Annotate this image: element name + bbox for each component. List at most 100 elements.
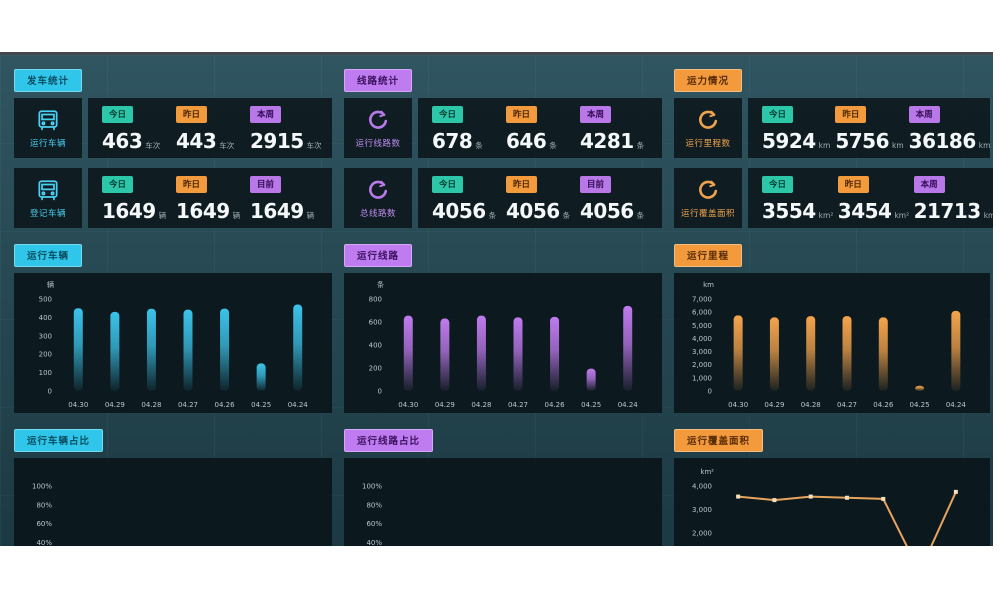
kpi-item: 今日 1649辆 [102, 176, 176, 221]
svg-text:04.27: 04.27 [508, 401, 528, 409]
kpi-unit: km [892, 141, 904, 150]
kpi-row: 登记车辆 今日 1649辆 昨日 1649辆 目前 1649辆 [14, 168, 332, 228]
svg-text:2,000: 2,000 [692, 530, 712, 538]
kpi-values-card: 今日 1649辆 昨日 1649辆 目前 1649辆 [88, 168, 332, 228]
kpi-icon-card: 总线路数 [344, 168, 412, 228]
period-badge: 昨日 [835, 106, 866, 123]
kpi-number: 5756 [835, 129, 889, 153]
svg-text:km²: km² [700, 468, 714, 476]
kpi-row: 运行车辆 今日 463车次 昨日 443车次 本周 2915车次 [14, 98, 332, 158]
kpi-icon-card: 运行覆盖面积 [674, 168, 742, 228]
kpi-row-label: 运行车辆 [30, 137, 66, 149]
kpi-number: 463 [102, 129, 142, 153]
period-badge: 本周 [580, 106, 611, 123]
kpi-value: 5924km [762, 131, 835, 151]
svg-text:100%: 100% [362, 483, 382, 491]
kpi-unit: 条 [637, 141, 645, 150]
svg-text:600: 600 [369, 319, 382, 327]
kpi-value: 443车次 [176, 131, 250, 151]
kpi-number: 36186 [909, 129, 976, 153]
svg-text:0: 0 [48, 388, 52, 396]
period-badge: 昨日 [838, 176, 869, 193]
svg-text:04.29: 04.29 [764, 401, 784, 409]
kpi-value: 1649辆 [250, 201, 324, 221]
chart-title-badge: 运行车辆 [14, 244, 82, 267]
svg-text:40%: 40% [366, 539, 382, 546]
svg-text:5,000: 5,000 [692, 322, 712, 330]
kpi-unit: km [819, 141, 831, 150]
dashboard-background: 发车统计 运行车辆 今日 [0, 52, 993, 546]
kpi-item: 本周 21713km² [914, 176, 990, 221]
kpi-item: 今日 463车次 [102, 106, 176, 151]
kpi-number: 678 [432, 129, 472, 153]
kpi-values-card: 今日 678条 昨日 646条 本周 4281条 [418, 98, 662, 158]
kpi-item: 昨日 5756km [835, 106, 908, 151]
kpi-item: 本周 4281条 [580, 106, 654, 151]
section-capacity-stats: 运力情况 运行里程数 今日 5924km [674, 69, 990, 546]
kpi-value: 4056条 [580, 201, 654, 221]
kpi-item: 今日 5924km [762, 106, 835, 151]
svg-text:04.24: 04.24 [288, 401, 309, 409]
kpi-number: 21713 [914, 199, 981, 223]
svg-text:04.30: 04.30 [728, 401, 748, 409]
svg-text:200: 200 [369, 365, 382, 373]
kpi-value: 5756km [835, 131, 908, 151]
svg-text:04.28: 04.28 [471, 401, 491, 409]
kpi-row-label: 运行覆盖面积 [681, 207, 735, 219]
kpi-unit: 条 [637, 211, 645, 220]
svg-text:200: 200 [39, 351, 52, 359]
kpi-unit: 车次 [145, 141, 160, 150]
kpi-number: 1649 [102, 199, 156, 223]
section-title-badge: 发车统计 [14, 69, 82, 92]
kpi-icon-card: 运行线路数 [344, 98, 412, 158]
period-badge: 本周 [250, 106, 281, 123]
svg-text:40%: 40% [36, 539, 52, 546]
svg-text:04.25: 04.25 [581, 401, 601, 409]
svg-text:04.29: 04.29 [435, 401, 455, 409]
svg-text:条: 条 [377, 280, 384, 289]
kpi-item: 昨日 3454km² [838, 176, 914, 221]
kpi-value: 36186km [909, 131, 982, 151]
kpi-number: 4056 [432, 199, 486, 223]
period-badge: 昨日 [506, 106, 537, 123]
kpi-icon-card: 运行里程数 [674, 98, 742, 158]
period-badge: 目前 [250, 176, 281, 193]
kpi-item: 目前 1649辆 [250, 176, 324, 221]
period-badge: 昨日 [506, 176, 537, 193]
kpi-row: 总线路数 今日 4056条 昨日 4056条 目前 4056条 [344, 168, 662, 228]
kpi-number: 1649 [250, 199, 304, 223]
mileage-loop-icon [695, 108, 721, 134]
svg-text:60%: 60% [366, 520, 382, 528]
section-route-stats: 线路统计 运行线路数 今日 678条 [344, 69, 662, 546]
kpi-row-label: 运行线路数 [355, 137, 400, 149]
svg-text:04.30: 04.30 [68, 401, 88, 409]
svg-text:400: 400 [39, 314, 52, 322]
period-badge: 本周 [914, 176, 945, 193]
svg-text:100: 100 [39, 369, 52, 377]
svg-text:0: 0 [708, 388, 712, 396]
svg-text:04.26: 04.26 [215, 401, 236, 409]
svg-text:04.24: 04.24 [618, 401, 639, 409]
svg-text:3,000: 3,000 [692, 506, 712, 514]
svg-text:04.27: 04.27 [837, 401, 857, 409]
chart-title-badge: 运行覆盖面积 [674, 429, 763, 452]
section-departure-stats: 发车统计 运行车辆 今日 [14, 69, 332, 546]
svg-text:1,000: 1,000 [692, 374, 712, 382]
svg-text:80%: 80% [36, 501, 52, 509]
bar-chart-running-vehicles: 辆010020030040050004.3004.2904.2804.2704.… [14, 273, 332, 413]
kpi-value: 4056条 [506, 201, 580, 221]
section-title-badge: 运力情况 [674, 69, 742, 92]
svg-text:4,000: 4,000 [692, 483, 712, 491]
svg-text:04.28: 04.28 [801, 401, 821, 409]
kpi-item: 今日 3554km² [762, 176, 838, 221]
chart-title-badge: 运行线路 [344, 244, 412, 267]
kpi-row-label: 登记车辆 [30, 207, 66, 219]
kpi-item: 本周 36186km [909, 106, 982, 151]
kpi-value: 2915车次 [250, 131, 324, 151]
kpi-values-card: 今日 5924km 昨日 5756km 本周 36186km [748, 98, 990, 158]
svg-text:2,000: 2,000 [692, 361, 712, 369]
kpi-row: 运行覆盖面积 今日 3554km² 昨日 3454km² 本周 21713km² [674, 168, 990, 228]
kpi-value: 678条 [432, 131, 506, 151]
route-loop-icon [365, 178, 391, 204]
kpi-value: 463车次 [102, 131, 176, 151]
